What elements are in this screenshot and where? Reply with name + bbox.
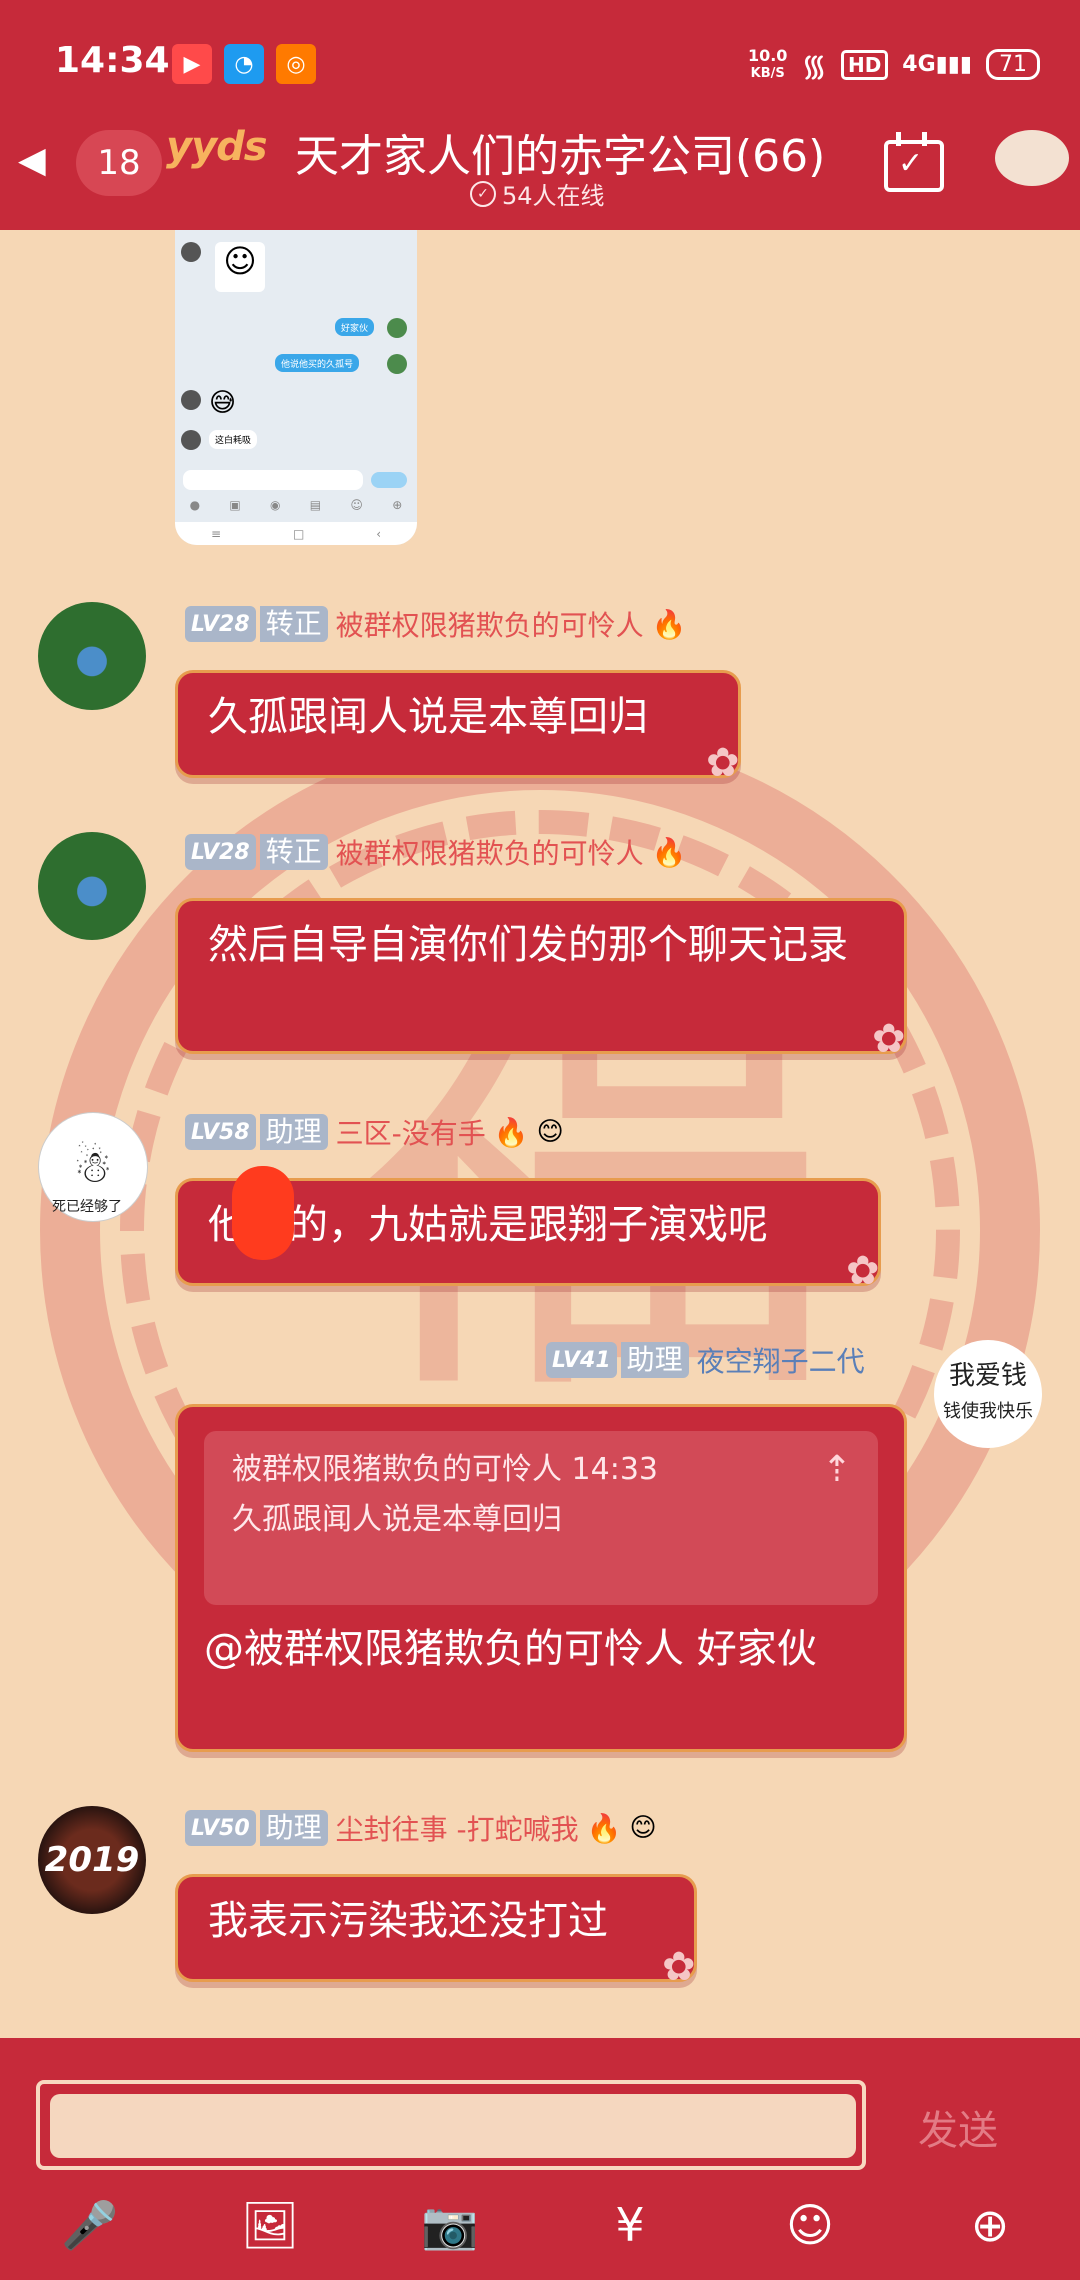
quote-text: 久孤跟闻人说是本尊回归 (232, 1502, 562, 1537)
bubble-flower-icon: ✿ (706, 740, 740, 786)
sender-info: LV28 转正 被群权限猪欺负的可怜人 🔥 (185, 832, 687, 872)
shared-screenshot-image[interactable]: ☺ 好家伙 他说他买的久孤号 😅 这白耗吸 ● ▣ ◉ ▤ ☺ ⊕ ≡ □ ‹ (175, 230, 417, 545)
thumb-avatar (181, 430, 201, 450)
camera-icon[interactable]: 📷 (415, 2198, 485, 2253)
level-badge: LV58 (185, 1114, 256, 1150)
role-badge: 助理 (259, 1810, 328, 1846)
role-badge: 转正 (259, 834, 328, 870)
thumb-bubble-2: 他说他买的久孤号 (275, 354, 360, 372)
avatar-text: 2019 (44, 1840, 140, 1880)
image-icon[interactable]: 🖼 (235, 2198, 305, 2253)
level-badge: LV41 (546, 1342, 617, 1378)
sender-info: LV50 助理 尘封往事 -打蛇喊我 🔥 😊 (185, 1808, 657, 1848)
quote-header: 被群权限猪欺负的可怜人 14:33 (232, 1452, 658, 1487)
lantern-menu-icon[interactable] (995, 130, 1069, 186)
net-speed-value: 10.0 (747, 45, 788, 65)
status-indicators: 10.0 KB/S ᯾ HD 4G▮▮▮ 71 (748, 44, 1040, 85)
send-button[interactable]: 发送 (918, 2098, 998, 2156)
fire-icon: 🔥 (651, 607, 687, 641)
sender-nickname[interactable]: 尘封往事 -打蛇喊我 (336, 1808, 579, 1848)
emoji-sticker: 😅 (209, 388, 237, 418)
thumb-avatar (181, 242, 201, 262)
level-badge: LV50 (185, 1810, 256, 1846)
quoted-message[interactable]: 被群权限猪欺负的可怜人 14:33 久孤跟闻人说是本尊回归 ⇡ (204, 1431, 878, 1605)
jump-to-quote-icon[interactable]: ⇡ (822, 1445, 852, 1495)
thumb-navbar: ≡ □ ‹ (175, 522, 417, 545)
redaction-mark (232, 1166, 294, 1260)
sender-nickname[interactable]: 被群权限猪欺负的可怜人 (336, 832, 644, 872)
signal-4g-icon: 4G▮▮▮ (902, 52, 972, 77)
sender-info: LV58 助理 三区-没有手 🔥 😊 (185, 1112, 564, 1152)
sender-nickname[interactable]: 夜空翔子二代 (697, 1340, 865, 1380)
role-badge: 助理 (259, 1114, 328, 1150)
avatar-text-line1: 我爱钱 (948, 1361, 1027, 1391)
net-speed-unit: KB/S (750, 65, 785, 81)
bubble-flower-icon: ✿ (872, 1016, 906, 1062)
battery-indicator: 71 (986, 49, 1040, 80)
doodle-icon: ☃ (73, 1141, 113, 1193)
avatar[interactable]: 我爱钱 钱使我快乐 (934, 1340, 1042, 1448)
red-envelope-icon[interactable]: ¥ (595, 2198, 665, 2252)
avatar[interactable]: 2019 (38, 1806, 146, 1914)
wifi-icon: ᯾ (801, 49, 827, 84)
browser-app-icon: ◔ (224, 44, 264, 84)
thumb-avatar (387, 354, 407, 374)
video-app-icon: ▶ (172, 44, 212, 84)
online-text: 54人在线 (502, 182, 605, 210)
fire-icon: 🔥 (651, 835, 687, 869)
notification-app-icons: ▶ ◔ ◎ (172, 44, 316, 84)
emoji-icon[interactable]: ☺ (775, 2198, 845, 2252)
thumb-bubble-1: 好家伙 (335, 318, 375, 336)
avatar-text-line2: 钱使我快乐 (943, 1401, 1033, 1422)
input-toolbar: 🎤 🖼 📷 ¥ ☺ ⊕ (0, 2190, 1080, 2260)
kuaishou-app-icon: ◎ (276, 44, 316, 84)
yyds-badge: yyds (166, 124, 268, 170)
sender-nickname[interactable]: 被群权限猪欺负的可怜人 (336, 604, 644, 644)
mic-icon[interactable]: 🎤 (55, 2198, 125, 2253)
message-text: @被群权限猪欺负的可怜人 好家伙 (204, 1626, 817, 1672)
message-text: 然后自导自演你们发的那个聊天记录 (208, 922, 848, 968)
online-count[interactable]: ✓ 54人在线 (470, 176, 605, 211)
message-text: 久孤跟闻人说是本尊回归 (208, 694, 648, 740)
thumb-toolbar: ● ▣ ◉ ▤ ☺ ⊕ (189, 498, 403, 512)
thumb-avatar (387, 318, 407, 338)
sender-info: LV28 转正 被群权限猪欺负的可怜人 🔥 (185, 604, 687, 644)
hd-badge: HD (840, 49, 889, 80)
level-badge: LV28 (185, 606, 256, 642)
calendar-check-mark-icon: ✓ (898, 146, 924, 181)
bubble-flower-icon: ✿ (846, 1248, 880, 1294)
sender-nickname[interactable]: 三区-没有手 (336, 1112, 486, 1152)
bubble-flower-icon: ✿ (662, 1944, 696, 1990)
thumb-avatar (181, 390, 201, 410)
unread-count-badge[interactable]: 18 (76, 130, 162, 196)
smile-badge-icon: 😊 (629, 1813, 657, 1843)
message-bubble[interactable]: 然后自导自演你们发的那个聊天记录 (175, 898, 907, 1054)
message-bubble[interactable]: 我表示污染我还没打过 (175, 1874, 697, 1982)
network-speed: 10.0 KB/S (747, 45, 788, 83)
avatar-caption: 死已经够了 (52, 1199, 122, 1215)
level-badge: LV28 (185, 834, 256, 870)
smile-badge-icon: 😊 (536, 1117, 564, 1147)
thumb-input (183, 470, 363, 490)
sender-info: LV41 助理 夜空翔子二代 (546, 1340, 865, 1380)
signal-label: 4G (902, 52, 936, 77)
role-badge: 助理 (620, 1342, 689, 1378)
message-text: 我表示污染我还没打过 (208, 1898, 608, 1944)
message-bubble[interactable]: 久孤跟闻人说是本尊回归 (175, 670, 741, 778)
group-title[interactable]: 天才家人们的赤字公司(66) (295, 120, 825, 184)
message-bubble[interactable]: 被群权限猪欺负的可怜人 14:33 久孤跟闻人说是本尊回归 ⇡ @被群权限猪欺负… (175, 1404, 907, 1752)
fire-icon: 🔥 (493, 1115, 529, 1149)
avatar[interactable] (38, 602, 146, 710)
fire-icon: 🔥 (586, 1811, 622, 1845)
online-check-icon: ✓ (470, 180, 496, 207)
status-time: 14:34 (55, 40, 170, 81)
avatar[interactable] (38, 832, 146, 940)
back-arrow-icon[interactable]: ◀ (18, 140, 46, 181)
role-badge: 转正 (259, 606, 328, 642)
thumb-send (371, 472, 407, 488)
thumb-bubble-3: 这白耗吸 (209, 430, 258, 449)
meme-sticker: ☺ (215, 242, 265, 292)
plus-icon[interactable]: ⊕ (955, 2198, 1025, 2252)
message-input[interactable] (50, 2094, 856, 2158)
